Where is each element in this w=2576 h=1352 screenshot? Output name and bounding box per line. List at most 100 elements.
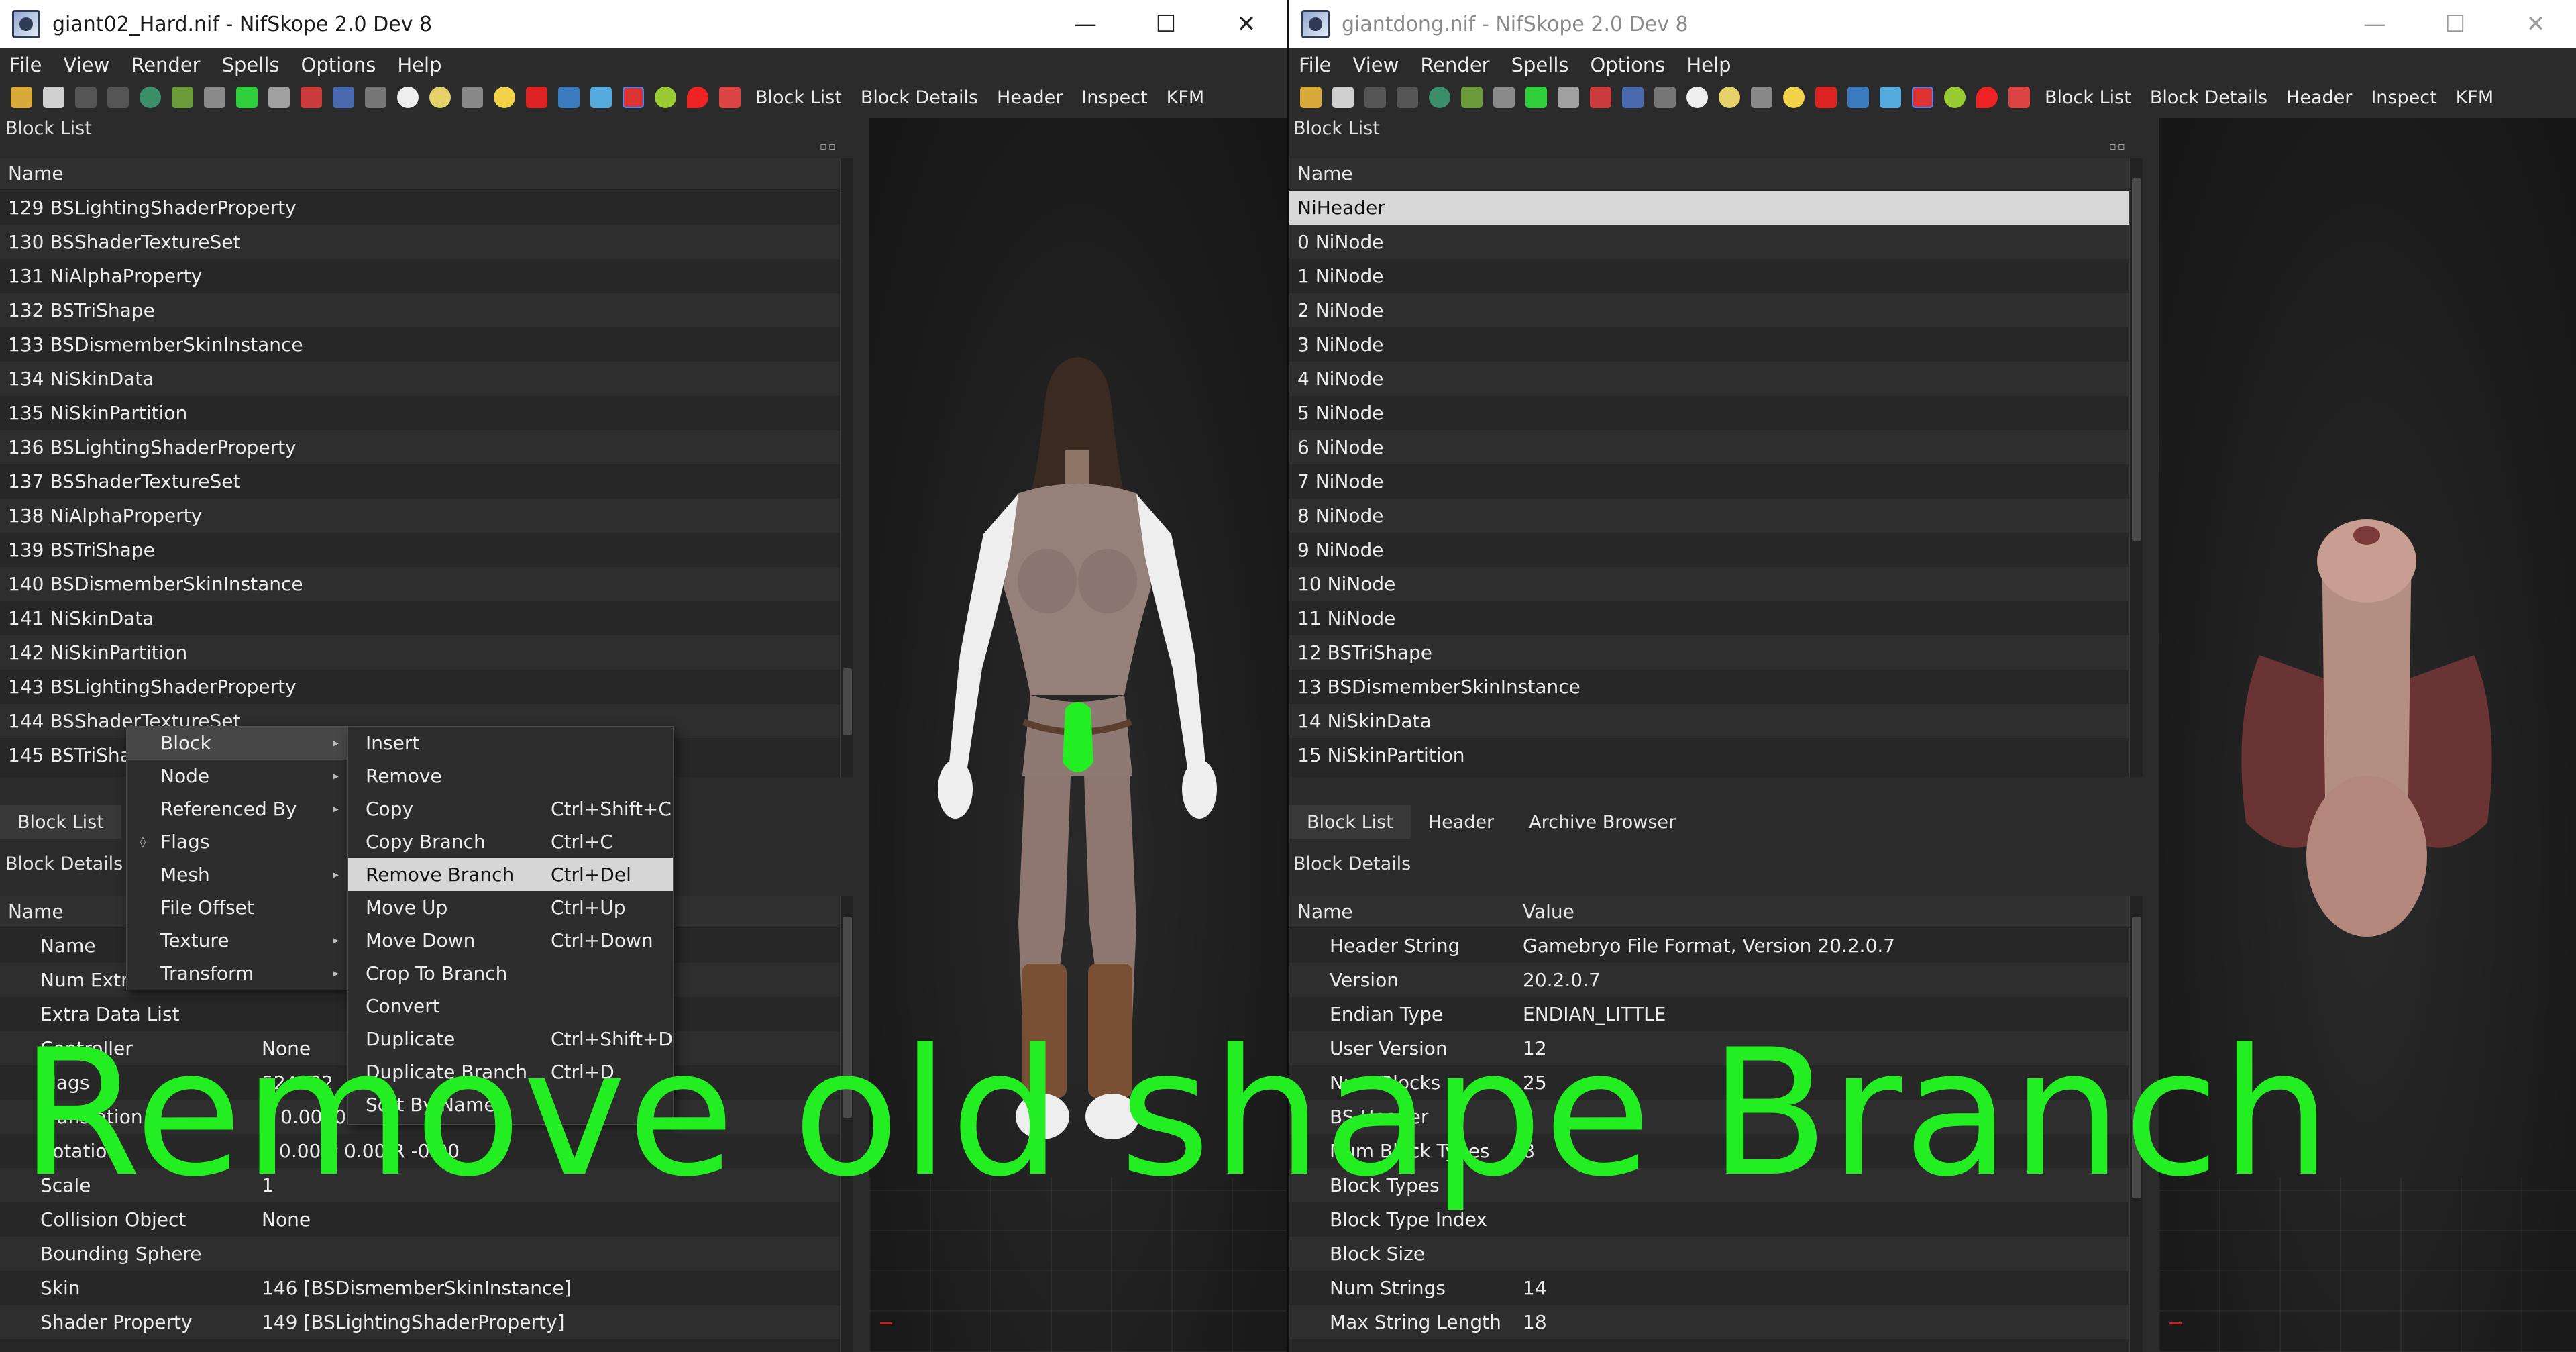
menu-help[interactable]: Help [1686,54,1731,76]
ctx-referenced-by[interactable]: Referenced By ▸ [127,792,348,825]
submenu-item[interactable]: Remove [348,760,673,792]
table-row[interactable]: 11 NiNode [1289,601,2143,635]
table-row[interactable]: 0 NiNode [1289,225,2143,259]
tab-block-list[interactable]: Block List [0,805,121,839]
green-box-icon[interactable] [236,87,258,108]
close-icon[interactable]: ✕ [2497,0,2575,48]
screen-icon[interactable] [1751,87,1772,108]
tab-block-list[interactable]: Block List [1289,805,1411,839]
table-row[interactable]: 4 NiNode [1289,362,2143,396]
menu-options[interactable]: Options [1591,54,1666,76]
table-row[interactable]: 5 NiNode [1289,396,2143,430]
table-row[interactable]: 2 NiNode [1289,293,2143,327]
submenu-item[interactable]: Remove Branch Ctrl+Del [348,858,673,891]
table-row[interactable]: 141 NiSkinData [0,601,853,635]
menu-view[interactable]: View [64,54,110,76]
menu-file[interactable]: File [1299,54,1332,76]
table-row[interactable]: 132 BSTriShape [0,293,853,327]
detail-row[interactable]: Num Strings 14 [1289,1271,2143,1305]
toolbar-kfm[interactable]: KFM [2456,87,2494,108]
table-row[interactable]: 13 BSDismemberSkinInstance [1289,670,2143,704]
toolbar-header[interactable]: Header [2286,87,2352,108]
submenu-item[interactable]: Copy Ctrl+Shift+C [348,792,673,825]
menu-view[interactable]: View [1353,54,1399,76]
ctx-mesh[interactable]: Mesh ▸ [127,858,348,891]
toolbar-block-list[interactable]: Block List [2045,87,2131,108]
sphere-icon[interactable] [1944,87,1966,108]
block-list-header[interactable]: Name [1289,158,2143,189]
eye-icon[interactable] [397,87,419,108]
block-details-header[interactable]: Name Value [1289,896,2143,927]
light-bulb-icon[interactable] [1783,87,1805,108]
eye-alt-icon[interactable] [1719,87,1740,108]
ctx-block[interactable]: Block ▸ [127,727,348,760]
nodes-icon[interactable] [1654,87,1676,108]
block-list-header[interactable]: Name [0,158,853,189]
toolbar-inspect[interactable]: Inspect [2371,87,2436,108]
detail-value[interactable]: 149 [BSLightingShaderProperty] [262,1311,565,1333]
table-row[interactable]: 6 NiNode [1289,430,2143,464]
toolbar-header[interactable]: Header [997,87,1063,108]
table-row[interactable]: 142 NiSkinPartition [0,635,853,670]
table-row[interactable]: 130 BSShaderTextureSet [0,225,853,259]
red-cube-icon[interactable] [301,87,322,108]
block-list-scrollbar[interactable] [2129,158,2143,777]
grey-box-icon[interactable] [1558,87,1579,108]
detail-row[interactable]: Bounding Sphere [0,1237,853,1271]
box-icon[interactable] [204,87,225,108]
camera-icon[interactable] [333,87,354,108]
scatter-icon[interactable] [1880,87,1901,108]
table-row[interactable]: 136 BSLightingShaderProperty [0,430,853,464]
minimize-icon[interactable]: — [1046,0,1124,48]
select-icon[interactable] [140,87,161,108]
detail-row[interactable]: Header String Gamebryo File Format, Versi… [1289,929,2143,963]
ctx-flags[interactable]: ◊ Flags [127,825,348,858]
ctx-node[interactable]: Node ▸ [127,760,348,792]
tab-header[interactable]: Header [1410,805,1512,839]
ctx-file-offset[interactable]: File Offset [127,891,348,924]
dock-buttons[interactable]: ▫▫ [2109,140,2127,152]
pin-icon[interactable] [1976,87,1998,108]
table-row[interactable]: 3 NiNode [1289,327,2143,362]
screen-icon[interactable] [462,87,483,108]
chart-icon[interactable] [558,87,580,108]
ctx-texture[interactable]: Texture ▸ [127,924,348,957]
save-icon[interactable] [1332,87,1354,108]
maximize-icon[interactable]: ☐ [2416,0,2494,48]
eye-icon[interactable] [1686,87,1708,108]
table-row[interactable]: 131 NiAlphaProperty [0,259,853,293]
table-row[interactable]: 14 NiSkinData [1289,704,2143,738]
table-row[interactable]: 10 NiNode [1289,567,2143,601]
maximize-icon[interactable]: ☐ [1127,0,1205,48]
right-title-bar[interactable]: giantdong.nif - NifSkope 2.0 Dev 8 — ☐ ✕ [1289,0,2576,48]
pointer-icon[interactable] [172,87,193,108]
toolbar-inspect[interactable]: Inspect [1081,87,1147,108]
pen-icon[interactable] [526,87,547,108]
toolbar-block-list[interactable]: Block List [755,87,842,108]
table-row[interactable]: 8 NiNode [1289,499,2143,533]
scatter-icon[interactable] [590,87,612,108]
close-icon[interactable]: ✕ [1208,0,1285,48]
table-row[interactable]: 9 NiNode [1289,533,2143,567]
open-folder-icon[interactable] [1300,87,1322,108]
light-bulb-icon[interactable] [494,87,515,108]
menu-render[interactable]: Render [131,54,200,76]
minimize-icon[interactable]: — [2336,0,2414,48]
table-row[interactable]: 12 BSTriShape [1289,635,2143,670]
menu-spells[interactable]: Spells [1511,54,1569,76]
pin-icon[interactable] [687,87,708,108]
detail-row[interactable]: Skin 146 [BSDismemberSkinInstance] [0,1271,853,1305]
submenu-item[interactable]: Copy Branch Ctrl+C [348,825,673,858]
open-folder-icon[interactable] [11,87,32,108]
table-row[interactable]: 129 BSLightingShaderProperty [0,191,853,225]
undo-icon[interactable] [75,87,97,108]
table-row[interactable]: 15 NiSkinPartition [1289,738,2143,772]
submenu-item[interactable]: Insert [348,727,673,760]
pointer-icon[interactable] [1461,87,1483,108]
table-row[interactable]: 138 NiAlphaProperty [0,499,853,533]
submenu-item[interactable]: Crop To Branch [348,957,673,990]
redo-icon[interactable] [1397,87,1418,108]
detail-row[interactable]: Shader Property 149 [BSLightingShaderProp… [0,1305,853,1339]
table-row[interactable]: 133 BSDismemberSkinInstance [0,327,853,362]
chart-icon[interactable] [1847,87,1869,108]
